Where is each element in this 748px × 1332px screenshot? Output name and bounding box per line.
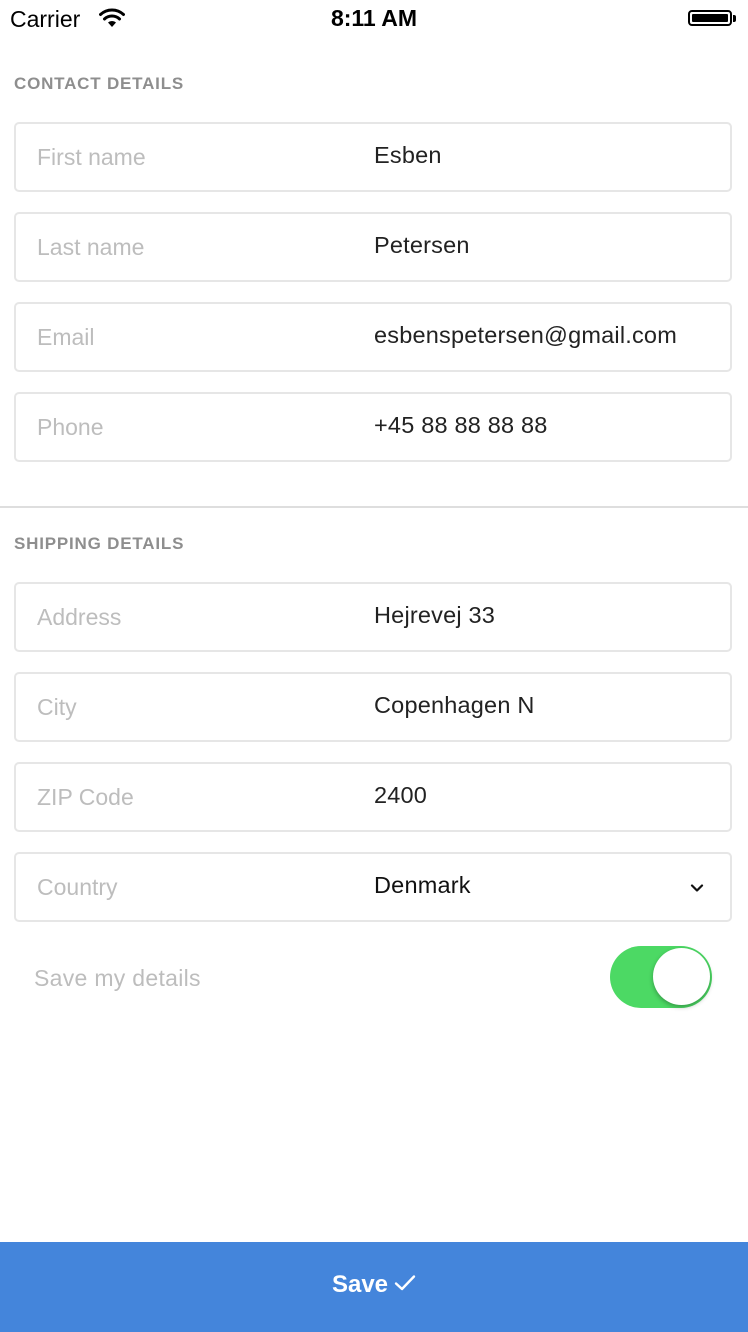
email-field[interactable]: Email esbenspetersen@gmail.com — [14, 302, 732, 372]
city-value[interactable]: Copenhagen N — [374, 692, 535, 719]
email-label: Email — [37, 324, 95, 350]
zip-code-field[interactable]: ZIP Code 2400 — [14, 762, 732, 832]
address-label: Address — [37, 604, 122, 630]
contact-details-heading: CONTACT DETAILS — [14, 74, 185, 93]
address-value[interactable]: Hejrevej 33 — [374, 602, 495, 629]
country-label: Country — [37, 874, 118, 900]
phone-label: Phone — [37, 414, 104, 440]
save-details-toggle[interactable] — [610, 946, 712, 1008]
status-bar: Carrier 8:11 AM — [0, 0, 748, 40]
email-value[interactable]: esbenspetersen@gmail.com — [374, 322, 677, 349]
first-name-label: First name — [37, 144, 146, 170]
battery-icon — [688, 10, 732, 26]
save-button-label: Save — [331, 1271, 389, 1298]
save-button-content: Save — [0, 1271, 748, 1299]
toggle-knob[interactable] — [653, 948, 710, 1005]
last-name-field[interactable]: Last name Petersen — [14, 212, 732, 282]
phone-field[interactable]: Phone +45 88 88 88 88 — [14, 392, 732, 462]
chevron-down-icon[interactable] — [690, 881, 704, 895]
section-divider — [0, 506, 748, 508]
first-name-value[interactable]: Esben — [374, 142, 442, 169]
zip-code-value[interactable]: 2400 — [374, 782, 427, 809]
address-field[interactable]: Address Hejrevej 33 — [14, 582, 732, 652]
last-name-value[interactable]: Petersen — [374, 232, 470, 259]
city-field[interactable]: City Copenhagen N — [14, 672, 732, 742]
shipping-details-heading: SHIPPING DETAILS — [14, 534, 185, 553]
phone-value[interactable]: +45 88 88 88 88 — [374, 412, 548, 439]
first-name-field[interactable]: First name Esben — [14, 122, 732, 192]
last-name-label: Last name — [37, 234, 145, 260]
checkmark-icon — [394, 1274, 416, 1290]
country-select[interactable]: Country Denmark — [14, 852, 732, 922]
country-value[interactable]: Denmark — [374, 872, 471, 899]
city-label: City — [37, 694, 77, 720]
save-button[interactable]: Save — [0, 1242, 748, 1332]
save-details-label: Save my details — [34, 965, 201, 991]
battery-tip — [733, 15, 736, 22]
clock: 8:11 AM — [330, 5, 418, 31]
zip-code-label: ZIP Code — [37, 784, 134, 810]
